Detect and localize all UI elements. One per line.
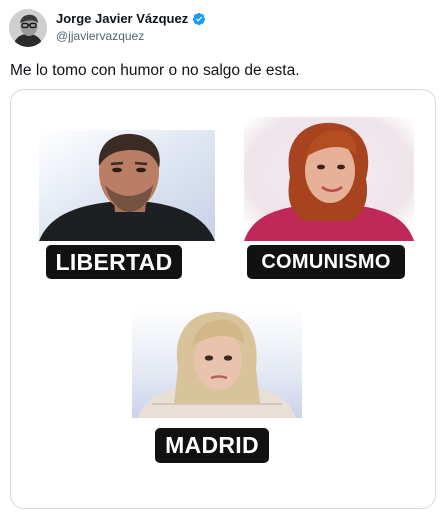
meme-photo-comunismo (244, 117, 414, 241)
verified-badge-icon (193, 12, 206, 25)
author-name-row: Jorge Javier Vázquez (56, 11, 206, 26)
meme-label-madrid: MADRID (155, 428, 269, 463)
tweet-card: Jorge Javier Vázquez @jjaviervazquez Me … (0, 0, 445, 520)
tweet-media-image[interactable]: LIBERTAD COMUNISMO MADRID (10, 89, 436, 509)
avatar-photo (9, 9, 47, 47)
tweet-text: Me lo tomo con humor o no salgo de esta. (10, 62, 300, 79)
meme-photo-libertad (39, 130, 215, 241)
display-name[interactable]: Jorge Javier Vázquez (56, 11, 188, 26)
author-handle[interactable]: @jjaviervazquez (56, 29, 144, 43)
meme-label-comunismo: COMUNISMO (247, 245, 405, 279)
meme-photo-madrid (132, 308, 302, 418)
meme-label-libertad: LIBERTAD (46, 245, 182, 279)
avatar[interactable] (9, 9, 47, 47)
